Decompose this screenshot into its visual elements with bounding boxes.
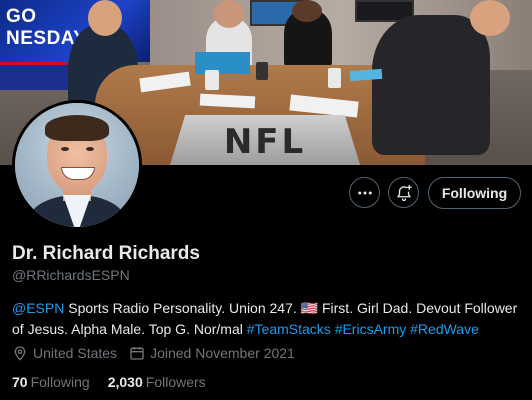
banner-screen-band [0,62,70,90]
profile-handle: @RRichardsESPN [12,267,130,283]
more-options-button[interactable] [349,177,380,208]
calendar-icon [130,347,144,360]
more-icon [357,191,372,194]
banner-laptop [195,52,250,74]
joined-item: Joined November 2021 [129,345,295,361]
location-text: United States [33,345,118,361]
avatar-hair [45,115,109,141]
hashtag-link[interactable]: #EricsArmy [335,321,407,337]
avatar[interactable] [12,100,142,230]
notifications-button[interactable] [388,177,419,208]
flag-emoji: 🇺🇸 [300,300,319,316]
followers-label: Followers [145,374,206,390]
profile-name: Dr. Richard Richards [12,243,200,264]
hashtag-link[interactable]: #RedWave [410,321,479,337]
bio-text: Sports Radio Personality. Union 247. [64,300,301,316]
following-button[interactable]: Following [428,177,521,209]
followers-count-link[interactable]: 2,030 Followers [108,374,206,390]
banner-host-right [372,15,490,155]
banner-nfl-logo: NFL [223,122,307,162]
following-count-link[interactable]: 70 Following [12,374,90,390]
banner-host-left-head [88,0,122,36]
profile-bio: @ESPN Sports Radio Personality. Union 24… [12,298,522,340]
following-label: Following [30,374,90,390]
banner-cup [328,68,341,88]
following-count: 70 [12,374,28,390]
banner-host-right-head [470,0,510,36]
profile-meta: United States Joined November 2021 [12,345,307,361]
location-pin-icon [14,346,26,361]
banner-host-center-head [292,0,322,22]
location-item: United States [12,345,117,361]
banner-cup [256,62,268,80]
hashtag-link[interactable]: #TeamStacks [247,321,331,337]
joined-text: Joined November 2021 [150,345,295,361]
avatar-eye [86,147,94,151]
banner-host-woman-head [214,0,244,28]
bio-mention-link[interactable]: @ESPN [12,300,64,316]
profile-stats: 70 Following 2,030 Followers [12,374,224,390]
followers-count: 2,030 [107,374,143,390]
banner-cup [205,70,219,90]
bell-plus-icon [396,184,412,201]
avatar-eye [61,147,69,151]
